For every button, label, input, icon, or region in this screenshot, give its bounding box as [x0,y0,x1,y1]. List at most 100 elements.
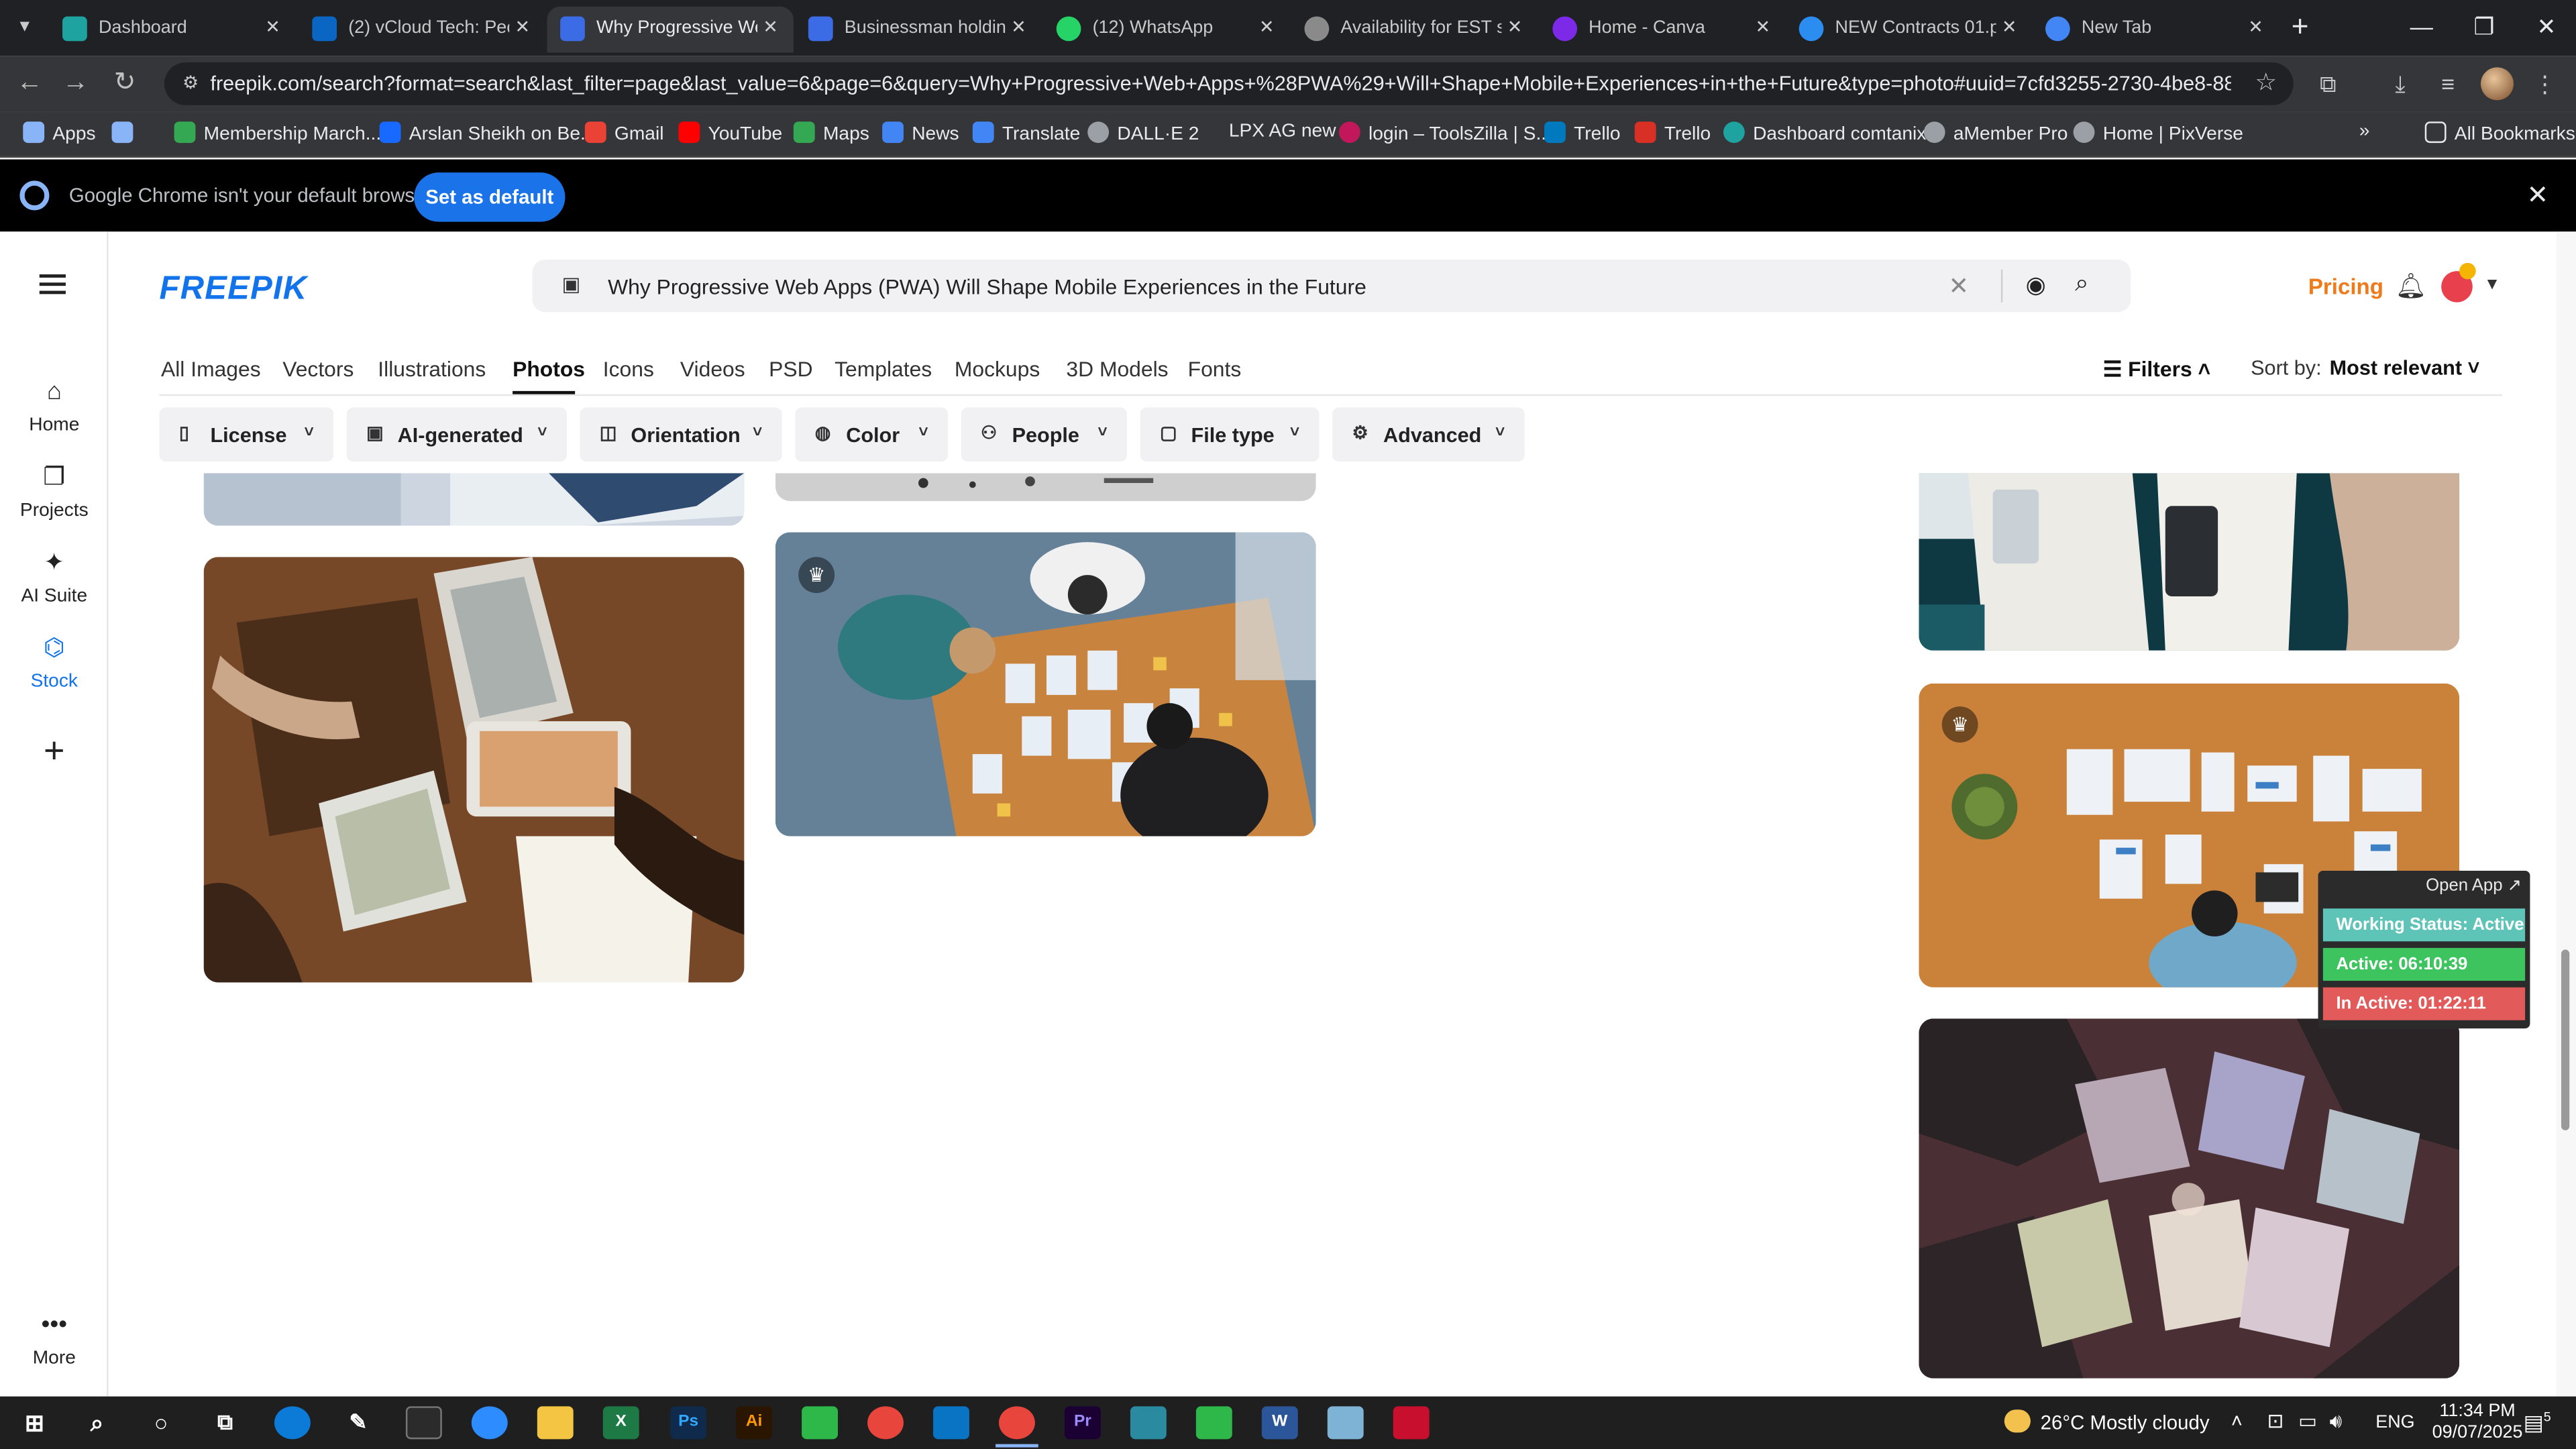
sidebar-item-more[interactable]: ••• More [0,1309,109,1368]
bookmark-grid-icon[interactable] [111,121,142,148]
sidebar-item-stock[interactable]: ⌬ Stock [0,633,109,692]
bookmark-arslan[interactable]: Arslan Sheikh on Be... [379,121,596,148]
tray-app-icon[interactable]: ⊡ [2267,1409,2284,1432]
download-icon[interactable]: ⤓ [2385,69,2415,99]
tab-linkedin[interactable]: (2) vCloud Tech: Peop ✕ [299,7,545,53]
site-info-icon[interactable]: ⚙ [177,70,203,97]
filter-orientation[interactable]: ◫ Orientation ˅ [580,407,782,462]
bookmark-translate[interactable]: Translate [972,121,1080,148]
task-view-icon[interactable]: ⧉ [207,1406,244,1439]
close-tab-icon[interactable]: ✕ [757,15,784,41]
freepik-logo[interactable]: FREEPIK [160,271,308,309]
pen-tool-icon[interactable]: ✎ [340,1406,376,1439]
bookmark-trello-2[interactable]: Trello [1634,121,1711,148]
sidebar-item-projects[interactable]: ❐ Projects [0,462,109,521]
search-bar[interactable]: ▣ Why Progressive Web Apps (PWA) Will Sh… [532,259,2131,313]
photo-team-wireframes[interactable]: ♛ [775,532,1316,837]
tab-photos[interactable]: Photos [513,356,585,381]
notification-center-icon[interactable]: ▤5 [2524,1409,2551,1436]
image-type-icon[interactable]: ▣ [562,273,585,296]
photo-phones-on-wood[interactable] [203,557,745,983]
url-text[interactable]: freepik.com/search?format=search&last_fi… [210,72,2231,95]
forward-icon[interactable]: → [59,67,92,100]
volume-icon[interactable]: 🔊︎ [2330,1409,2343,1434]
bookmark-toolszilla[interactable]: login – ToolsZilla | S... [1338,121,1552,148]
tab-all-images[interactable]: All Images [161,356,261,381]
bookmark-lpx[interactable]: LPX AG new [1229,121,1336,148]
tab-dashboard[interactable]: Dashboard ✕ [49,7,295,53]
extensions-icon[interactable]: ⧉ [2313,69,2343,99]
tab-availability[interactable]: Availability for EST sh ✕ [1291,7,1538,53]
bookmark-news[interactable]: News [882,121,959,148]
close-tab-icon[interactable]: ✕ [1006,15,1032,41]
tab-illustrations[interactable]: Illustrations [378,356,486,381]
tab-vectors[interactable]: Vectors [282,356,354,381]
tab-templates[interactable]: Templates [835,356,932,381]
open-app-link[interactable]: Open App ↗ [2318,875,2522,895]
bookmarks-overflow-icon[interactable]: » [2359,121,2370,148]
bookmark-maps[interactable]: Maps [793,121,869,148]
system-clock[interactable]: 11:34 PM 09/07/2025 [2428,1401,2527,1444]
windows-start-icon[interactable]: ⊞ [16,1406,52,1439]
filter-people[interactable]: ⚇ People ˅ [961,407,1128,462]
bookmark-membership[interactable]: Membership March... [174,121,381,148]
pricing-link[interactable]: Pricing [2308,274,2383,299]
bookmark-star-icon[interactable]: ☆ [2255,67,2277,97]
photoshop-icon[interactable]: Ps [670,1406,707,1440]
photo-laptop-partial[interactable] [203,473,745,526]
address-bar[interactable]: ⚙ freepik.com/search?format=search&last_… [164,62,2294,105]
add-icon[interactable]: + [0,729,109,772]
bookmark-all[interactable]: All Bookmarks [2424,121,2575,148]
terminal-icon[interactable] [405,1406,442,1440]
clear-search-icon[interactable]: ✕ [1949,271,1970,301]
bookmark-comtanix[interactable]: Dashboard comtanix [1723,121,1926,148]
photo-partial-gray[interactable] [775,473,1316,501]
word-icon[interactable]: W [1261,1406,1298,1440]
filter-ai-generated[interactable]: ▣ AI-generated ˅ [346,407,567,462]
zoom-icon[interactable] [471,1406,508,1440]
search-input[interactable]: Why Progressive Web Apps (PWA) Will Shap… [608,274,1366,299]
profile-avatar[interactable] [2480,67,2514,101]
close-tab-icon[interactable]: ✕ [260,15,286,41]
premiere-icon[interactable]: Pr [1064,1406,1101,1440]
bookmark-dalle[interactable]: DALL·E 2 [1087,121,1199,148]
bookmark-apps[interactable]: Apps [23,121,96,148]
bookmark-trello-1[interactable]: Trello [1544,121,1621,148]
close-tab-icon[interactable]: ✕ [1750,15,1776,41]
minimize-icon[interactable]: — [2392,7,2451,46]
close-tab-icon[interactable]: ✕ [2243,15,2269,41]
back-icon[interactable]: ← [13,67,46,100]
tab-search-icon[interactable]: ▼ [10,13,40,43]
app-icon-green-2[interactable] [1195,1406,1232,1440]
weather-widget[interactable]: 26°C Mostly cloudy [2004,1409,2210,1434]
app-icon-teal[interactable] [1130,1406,1167,1440]
close-tab-icon[interactable]: ✕ [509,15,535,41]
chrome-taskbar-icon[interactable] [867,1406,904,1440]
filter-color[interactable]: ◍ Color ˅ [795,407,949,462]
edge-icon[interactable] [274,1406,311,1440]
app-icon-light-blue[interactable] [1327,1406,1364,1440]
filter-file-type[interactable]: ▢ File type ˅ [1140,407,1320,462]
vscode-icon[interactable] [933,1406,969,1440]
tray-overflow-icon[interactable]: ˄ [2231,1409,2243,1432]
chrome-active-icon[interactable] [998,1406,1035,1440]
tab-contracts[interactable]: NEW Contracts 01.pd ✕ [1786,7,2032,53]
sort-dropdown[interactable]: Most relevant ˅ [2330,356,2480,379]
illustrator-icon[interactable]: Ai [736,1406,773,1440]
close-tab-icon[interactable]: ✕ [1996,15,2023,41]
bookmark-gmail[interactable]: Gmail [584,121,663,148]
sidebar-item-home[interactable]: ⌂ Home [0,376,109,435]
tab-mockups[interactable]: Mockups [955,356,1040,381]
close-infobar-icon[interactable]: ✕ [2527,179,2549,212]
search-icon[interactable]: ⌕ [79,1406,115,1439]
filters-toggle[interactable]: ☰ Filters ˄ [2103,356,2210,382]
tab-new-tab[interactable]: New Tab ✕ [2032,7,2278,53]
media-queue-icon[interactable]: ≡ [2433,69,2463,99]
bookmark-amember[interactable]: aMember Pro [1923,121,2068,148]
excel-icon[interactable]: X [602,1406,639,1440]
network-icon[interactable]: ▭ [2298,1409,2317,1432]
cortana-icon[interactable]: ○ [143,1406,179,1439]
bookmark-youtube[interactable]: YouTube [678,121,782,148]
tab-icons[interactable]: Icons [603,356,654,381]
sidebar-item-ai-suite[interactable]: ✦ AI Suite [0,547,109,606]
